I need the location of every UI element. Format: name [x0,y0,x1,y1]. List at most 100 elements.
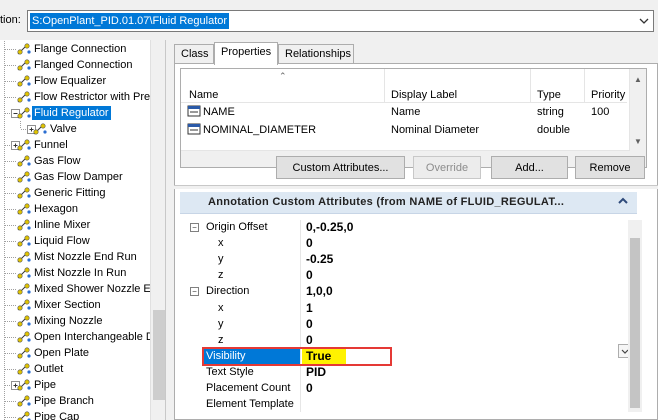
column-name[interactable]: Name [189,89,218,101]
add-button[interactable]: Add... [491,156,568,179]
tree-item-label: Open Plate [34,347,90,359]
class-icon [16,362,32,376]
tree-item-label: Mixer Section [34,299,101,311]
attribute-value[interactable]: PID [306,365,326,379]
attribute-grid-scrollbar[interactable] [628,220,642,412]
tree-item[interactable]: Pipe Branch [0,393,150,409]
tree-item[interactable]: Flow Equalizer [0,73,150,89]
tree-item[interactable]: Flow Restrictor with Pres [0,89,156,105]
tree-item[interactable]: Pipe Cap [0,409,150,420]
class-icon [32,122,48,136]
tab-relationships[interactable]: Relationships [278,44,354,64]
attribute-value[interactable]: 1 [306,301,313,315]
class-icon [16,394,32,408]
attribute-row[interactable]: z0 [180,268,624,284]
attribute-value[interactable]: 0 [306,236,313,250]
tree-item[interactable]: Open Plate [0,345,150,361]
attribute-row[interactable]: x1 [180,301,624,317]
attribute-row[interactable]: − Direction 1,0,0 [180,284,624,300]
attribute-label: y [218,253,224,265]
collapse-icon[interactable]: − [190,223,199,232]
class-icon [16,74,32,88]
tree-scrollbar[interactable] [150,40,165,420]
tree-item[interactable]: Funnel [0,137,150,153]
location-value[interactable]: S:OpenPlant_PID.01.07\Fluid Regulator [30,13,230,29]
tree-scrollbar-thumb[interactable] [153,310,165,400]
attribute-value[interactable]: 0 [306,268,313,282]
scroll-down-icon[interactable]: ▼ [630,133,646,149]
attribute-label: Text Style [206,366,254,378]
properties-list-header: ⌃ Name Display Label Type Priority [181,69,627,103]
attribute-grid-scrollbar-thumb[interactable] [630,238,640,408]
override-button[interactable]: Override [413,156,481,179]
attribute-value[interactable]: -0.25 [306,252,333,266]
tree-item-label: Inline Mixer [34,219,91,231]
attribute-value[interactable]: 0 [306,317,313,331]
annotation-header[interactable]: Annotation Custom Attributes (from NAME … [180,192,637,214]
tree-item[interactable]: Valve [0,121,150,137]
scroll-up-icon[interactable]: ▲ [630,71,646,87]
table-row[interactable]: NAME Name string 100 [181,103,627,121]
collapse-icon[interactable] [617,195,629,209]
attribute-value[interactable]: 1,0,0 [306,284,333,298]
sort-ascending-icon: ⌃ [279,71,287,81]
class-icon [16,378,32,392]
attribute-row[interactable]: Element Template [180,397,624,413]
attribute-row[interactable]: x0 [180,236,624,252]
tree-item[interactable]: Inline Mixer [0,217,150,233]
column-display-label[interactable]: Display Label [391,89,457,101]
attribute-value[interactable]: 0 [306,381,313,395]
column-type[interactable]: Type [537,89,561,101]
tab-properties[interactable]: Properties [214,42,278,65]
tree-item[interactable]: Flanged Connection [0,57,150,73]
tree-item[interactable]: Generic Fitting [0,185,150,201]
class-icon [16,90,32,104]
properties-list: ⌃ Name Display Label Type Priority NAME … [180,68,647,168]
attribute-label: Direction [206,285,250,297]
attribute-value[interactable]: 0 [306,333,313,347]
table-row[interactable]: NOMINAL_DIAMETER Nominal Diameter double [181,121,627,139]
property-type: string [537,106,564,118]
custom-attributes-button[interactable]: Custom Attributes... [276,156,405,179]
tree-item-label: Pipe [34,379,57,391]
splitter[interactable] [174,185,658,189]
tree-item-label: Flanged Connection [34,59,133,71]
collapse-icon[interactable]: − [190,287,199,296]
attribute-row[interactable]: Placement Count 0 [180,381,624,397]
tree-item[interactable]: Pipe [0,377,150,393]
tree-item[interactable]: Gas Flow [0,153,150,169]
tree-item[interactable]: Mixed Shower Nozzle Er [0,281,154,297]
tree-item[interactable]: Hexagon [0,201,150,217]
column-divider[interactable] [584,69,585,103]
class-icon [16,298,32,312]
property-icon [187,105,201,120]
tab-class[interactable]: Class [174,44,214,64]
tree-item[interactable]: Outlet [0,361,150,377]
column-divider[interactable] [530,69,531,103]
tree-item[interactable]: Mixer Section [0,297,150,313]
chevron-down-icon[interactable] [635,11,653,31]
tree-item[interactable]: Liquid Flow [0,233,150,249]
attribute-row[interactable]: y0 [180,317,624,333]
tree-item[interactable]: Mist Nozzle In Run [0,265,150,281]
attribute-value[interactable]: 0,-0.25,0 [306,220,353,234]
column-priority[interactable]: Priority [591,89,625,101]
tree-item[interactable]: Open Interchangeable D [0,329,154,345]
tree-item[interactable]: Flange Connection [0,41,150,57]
tree-item[interactable]: Gas Flow Damper [0,169,150,185]
attribute-row[interactable]: − Origin Offset 0,-0.25,0 [180,220,624,236]
class-icon [16,106,32,120]
tree-item[interactable]: Mist Nozzle End Run [0,249,150,265]
property-icon [187,123,201,138]
attribute-row[interactable]: Visibility True [180,347,624,366]
property-display-label: Nominal Diameter [391,124,480,136]
column-divider[interactable] [384,69,385,103]
remove-button[interactable]: Remove [575,156,645,179]
tree-item[interactable]: Fluid Regulator [0,105,150,121]
properties-vertical-scrollbar[interactable]: ▲ ▼ [629,69,646,167]
class-icon [16,58,32,72]
tree-item[interactable]: Mixing Nozzle [0,313,150,329]
attribute-row[interactable]: y -0.25 [180,252,624,268]
attribute-row[interactable]: Text Style PID [180,365,624,381]
location-combobox[interactable]: S:OpenPlant_PID.01.07\Fluid Regulator [27,10,654,32]
